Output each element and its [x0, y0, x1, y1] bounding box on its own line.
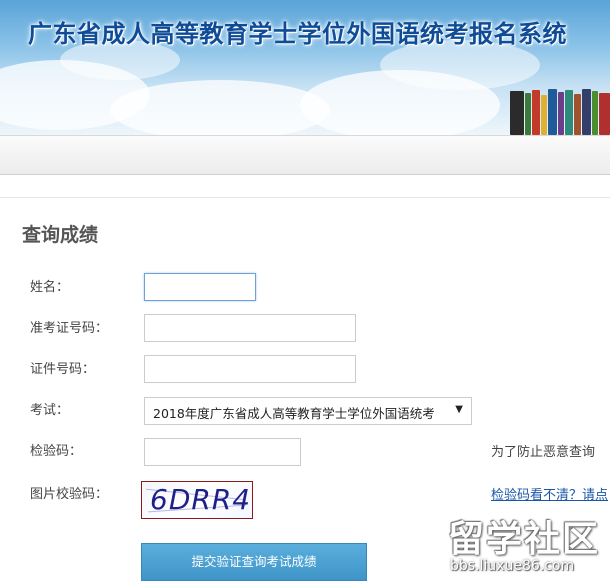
- image-code-label: 图片校验码：: [30, 487, 109, 502]
- ticket-number-label: 准考证号码：: [30, 321, 109, 336]
- captcha-image[interactable]: 6DRR4: [141, 481, 253, 519]
- verification-code-label: 检验码：: [30, 444, 83, 459]
- nav-bar: [0, 135, 610, 175]
- header-banner: 广东省成人高等教育学士学位外国语统考报名系统: [0, 0, 610, 135]
- id-number-label: 证件号码：: [30, 362, 96, 377]
- site-title: 广东省成人高等教育学士学位外国语统考报名系统: [28, 20, 567, 48]
- ticket-number-input[interactable]: [144, 314, 356, 342]
- books-illustration: [510, 88, 610, 135]
- verification-hint: 为了防止恶意查询: [491, 445, 596, 460]
- id-number-input[interactable]: [144, 355, 356, 383]
- page-title: 查询成绩: [22, 224, 99, 246]
- exam-label: 考试：: [30, 403, 70, 418]
- verification-code-input[interactable]: [144, 438, 301, 466]
- cloud-decoration: [110, 80, 330, 135]
- watermark-logo: 留学社区: [448, 519, 601, 560]
- submit-button[interactable]: 提交验证查询考试成绩: [141, 543, 367, 581]
- exam-selected-value: 2018年度广东省成人高等教育学士学位外国语统考: [153, 406, 435, 421]
- name-label: 姓名：: [30, 280, 70, 295]
- name-input[interactable]: [144, 273, 256, 301]
- watermark: 留学社区 bbs.liuxue86.com: [440, 510, 610, 587]
- dropdown-arrow-icon: ▼: [455, 404, 463, 415]
- refresh-captcha-link[interactable]: 检验码看不清？请点: [491, 484, 608, 503]
- exam-select[interactable]: 2018年度广东省成人高等教育学士学位外国语统考 ▼: [144, 397, 472, 425]
- watermark-url: bbs.liuxue86.com: [450, 558, 575, 574]
- captcha-text: 6DRR4: [150, 483, 252, 516]
